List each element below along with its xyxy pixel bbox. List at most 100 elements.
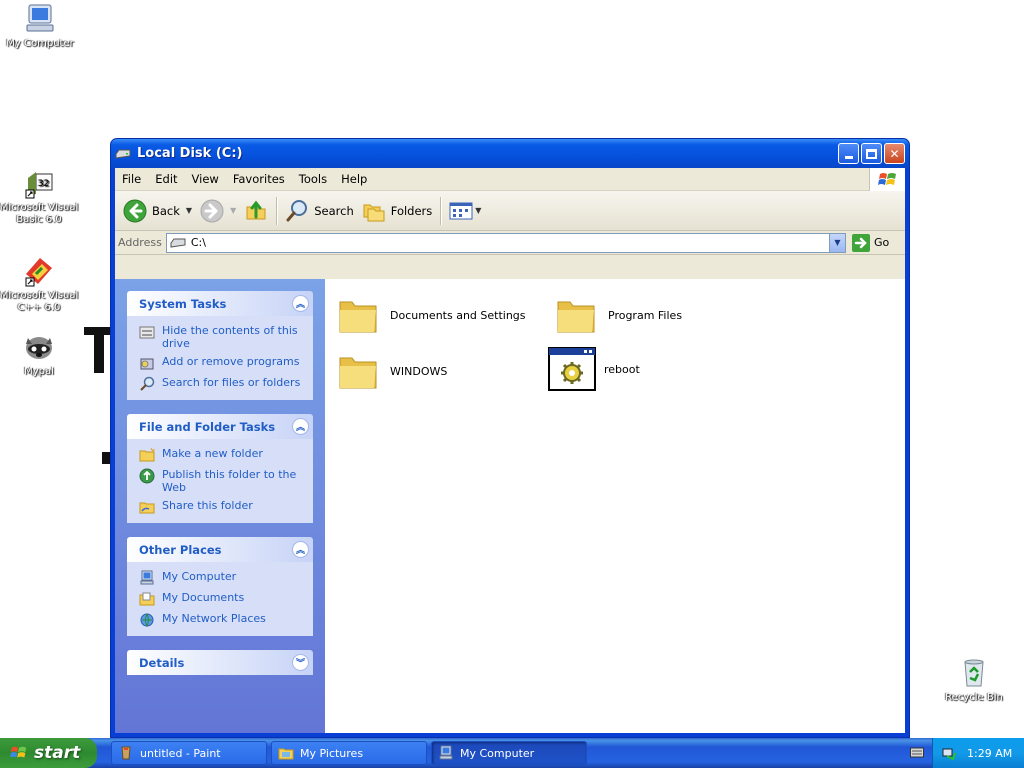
panel-details: Details ︾ [127, 650, 313, 675]
search-icon [140, 376, 155, 391]
stray-mark [102, 452, 110, 464]
menu-favorites[interactable]: Favorites [226, 172, 292, 186]
svg-text:32: 32 [38, 179, 49, 189]
drive-icon [170, 238, 186, 248]
close-button[interactable]: ✕ [884, 143, 905, 164]
toolbar-separator [440, 196, 442, 225]
minimize-button[interactable] [838, 143, 859, 164]
task-search-files[interactable]: Search for files or folders [139, 376, 305, 392]
task-label: Share this folder [162, 499, 253, 512]
panel-header[interactable]: System Tasks ︽ [127, 291, 313, 316]
taskbar-button-paint[interactable]: untitled - Paint [111, 741, 267, 765]
my-pictures-icon [278, 748, 294, 760]
address-value: C:\ [190, 236, 206, 249]
taskbar-button-label: untitled - Paint [140, 746, 221, 760]
visual-cpp-icon [25, 258, 52, 287]
forward-arrow-icon [200, 199, 224, 222]
desktop-icon-mypal[interactable]: Mypal [0, 330, 79, 378]
file-item-windows[interactable]: WINDOWS [334, 347, 447, 395]
file-item-reboot[interactable]: reboot [548, 345, 640, 393]
place-my-computer[interactable]: My Computer [139, 570, 305, 586]
panel-header[interactable]: File and Folder Tasks ︽ [127, 414, 313, 439]
panel-header[interactable]: Other Places ︽ [127, 537, 313, 562]
clock[interactable]: 1:29 AM [967, 747, 1012, 760]
desktop-icon-recycle-bin[interactable]: Recycle Bin [934, 656, 1014, 704]
task-label: Search for files or folders [162, 376, 301, 389]
collapse-chevron-icon[interactable]: ︽ [292, 295, 309, 312]
place-my-documents[interactable]: My Documents [139, 591, 305, 607]
close-icon: ✕ [889, 146, 900, 161]
folders-label: Folders [390, 203, 433, 218]
task-label: My Documents [162, 591, 245, 604]
folder-icon [334, 291, 382, 339]
task-publish-to-web[interactable]: Publish this folder to the Web [139, 468, 305, 494]
views-button[interactable]: ▼ [445, 196, 485, 226]
file-item-program-files[interactable]: Program Files [552, 291, 682, 339]
file-name: Program Files [608, 308, 683, 322]
maximize-button[interactable] [861, 143, 882, 164]
forward-button[interactable]: ▼ [196, 196, 240, 226]
panel-body: Make a new folder Publish this folder to… [127, 439, 313, 523]
collapse-chevron-icon[interactable]: ︽ [292, 541, 309, 558]
go-label: Go [874, 236, 890, 249]
address-bar: Address C:\ ▼ Go [115, 231, 905, 255]
back-dropdown-icon[interactable]: ▼ [186, 206, 192, 215]
task-hide-drive-contents[interactable]: Hide the contents of this drive [139, 324, 305, 350]
task-add-remove-programs[interactable]: Add or remove programs [139, 355, 305, 371]
search-icon [286, 199, 308, 221]
search-button[interactable]: Search [281, 196, 358, 226]
start-button[interactable]: start [0, 738, 97, 768]
keyboard-icon[interactable] [910, 746, 924, 758]
taskbar-button-label: My Computer [460, 746, 535, 760]
views-dropdown-icon[interactable]: ▼ [475, 206, 481, 215]
task-label: Make a new folder [162, 447, 263, 460]
address-label: Address [118, 236, 162, 249]
system-tray: 1:29 AM [932, 738, 1024, 768]
panel-header[interactable]: Details ︾ [127, 650, 313, 675]
network-places-icon [140, 613, 154, 628]
add-remove-programs-icon [140, 358, 154, 370]
desktop-icon-my-computer[interactable]: My Computer [0, 2, 80, 50]
windows-logo [869, 168, 905, 191]
desktop-icon-visual-cpp[interactable]: Microsoft Visual C++ 6.0 [0, 254, 79, 314]
taskbar-button-my-pictures[interactable]: My Pictures [271, 741, 427, 765]
back-button[interactable]: Back ▼ [119, 196, 196, 226]
task-make-new-folder[interactable]: Make a new folder [139, 447, 305, 463]
task-share-folder[interactable]: Share this folder [139, 499, 305, 515]
folders-button[interactable]: Folders [358, 196, 437, 226]
menu-view[interactable]: View [185, 172, 226, 186]
back-label: Back [152, 203, 180, 218]
network-status-icon[interactable] [941, 745, 957, 761]
collapse-chevron-icon[interactable]: ︽ [292, 418, 309, 435]
panel-system-tasks: System Tasks ︽ Hide the contents of this… [127, 291, 313, 400]
go-arrow-icon [852, 233, 870, 252]
panel-title: System Tasks [139, 296, 227, 311]
file-name: WINDOWS [390, 364, 448, 378]
address-field[interactable]: C:\ ▼ [165, 232, 846, 253]
hide-contents-icon [139, 326, 155, 339]
title-bar[interactable]: Local Disk (C:) ✕ [111, 139, 909, 168]
address-dropdown-button[interactable]: ▼ [829, 233, 845, 252]
taskbar-button-my-computer[interactable]: My Computer [431, 741, 587, 765]
menu-edit[interactable]: Edit [148, 172, 184, 186]
desktop-icon-label: My Computer [6, 38, 74, 49]
place-my-network-places[interactable]: My Network Places [139, 612, 305, 628]
menu-tools[interactable]: Tools [292, 172, 334, 186]
up-folder-button[interactable] [240, 196, 272, 226]
task-label: My Computer [162, 570, 237, 583]
menu-help[interactable]: Help [334, 172, 374, 186]
my-computer-icon [140, 570, 154, 585]
forward-dropdown-icon[interactable]: ▼ [230, 206, 236, 215]
desktop-icon-label: Microsoft Visual Basic 6.0 [0, 202, 79, 225]
file-name: reboot [604, 362, 640, 376]
menu-file[interactable]: File [115, 172, 148, 186]
maximize-icon [866, 148, 877, 159]
desktop-icon-visual-basic[interactable]: 32 Microsoft Visual Basic 6.0 [0, 166, 79, 226]
content-area: System Tasks ︽ Hide the contents of this… [115, 279, 905, 733]
task-label: Publish this folder to the Web [162, 468, 297, 494]
go-button[interactable]: Go [852, 233, 902, 252]
file-item-documents-and-settings[interactable]: Documents and Settings [334, 291, 526, 339]
minimize-icon [844, 156, 853, 159]
expand-chevron-icon[interactable]: ︾ [292, 654, 309, 671]
desktop-icon-label: Recycle Bin [945, 692, 1003, 703]
